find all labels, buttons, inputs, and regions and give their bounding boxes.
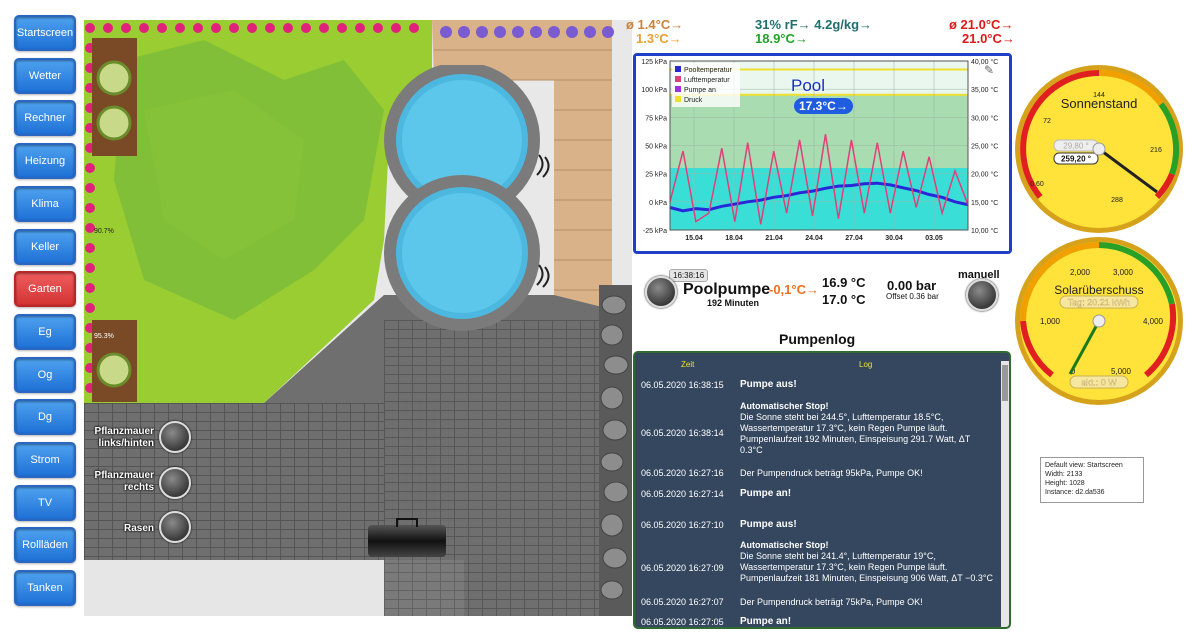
nav-dg-button[interactable]: Dg [14, 399, 76, 436]
chart-x-tick: 24.04 [805, 235, 823, 242]
chart-x-tick: 18.04 [725, 235, 743, 242]
chart-y-left-tick: 50 kPa [645, 144, 667, 151]
chart-title: Pool [791, 76, 826, 95]
chart-y-right-tick: 30,00 °C [971, 114, 998, 122]
nav-klima-button[interactable]: Klima [14, 185, 76, 222]
chart-y-left-tick: -25 kPa [643, 228, 667, 235]
chart-y-left-tick: 125 kPa [641, 59, 667, 66]
legend-swatch [675, 76, 681, 82]
pump-mode-button[interactable] [966, 279, 998, 311]
pump-pressure: 0.00 bar [887, 278, 937, 293]
legend-swatch [675, 66, 681, 72]
sidebar-nav: Startscreen Wetter Rechner Heizung Klima Kell… [8, 10, 84, 615]
chart-x-tick: 27.04 [845, 235, 863, 242]
bed-top-moisture: 90.7% [94, 228, 114, 235]
gauge-solar-current: akt.: 0 W [1081, 378, 1117, 388]
gauge-sun-tick-288: 288 [1111, 197, 1123, 204]
nav-rechner-button[interactable]: Rechner [14, 100, 76, 137]
solar-surplus-gauge: 2,000 3,000 1,000 4,000 0 5,000 Solarübe… [1015, 237, 1183, 405]
gauge-solar-tick-4000: 4,000 [1143, 317, 1164, 326]
flower-bed-top [92, 38, 137, 156]
chart-x-tick: 30.04 [885, 235, 903, 242]
sun-position-gauge: 144 72 216 0 60 288 Sonnenstand 29,80 ° … [1015, 65, 1183, 233]
chart-y-right-tick: 35,00 °C [971, 86, 998, 94]
control-label-pflanzmauer-rechts: Pflanzmauer rechts [94, 470, 154, 493]
gauge-sun-reference: 29,80 ° [1063, 142, 1088, 151]
chart-y-left-tick: 75 kPa [645, 115, 667, 122]
gauge-sun-value: 259,20 ° [1061, 155, 1091, 164]
nav-startscreen-button[interactable]: Startscreen [14, 15, 76, 51]
tank-graphic [368, 525, 446, 557]
pump-temp-out: 17.0 °C [822, 292, 866, 307]
chart-x-tick: 15.04 [685, 235, 703, 242]
chart-y-left-tick: 100 kPa [641, 87, 667, 94]
rasen-button[interactable] [159, 511, 191, 543]
chart-y-right-tick: 25,00 °C [971, 143, 998, 151]
garden-plan: 90.7% 95.3% Pflanzmauer links/hinten Pfla… [84, 20, 632, 616]
gauge-solar-tick-5000: 5,000 [1111, 367, 1132, 376]
pump-runtime: 192 Minuten [707, 298, 760, 308]
nav-strom-button[interactable]: Strom [14, 442, 76, 478]
gauge-sun-tick-72: 72 [1043, 118, 1051, 125]
chart-x-tick: 03.05 [925, 235, 943, 242]
pump-log-table[interactable]: Zeit Log 06.05.2020 16:38:15 Pumpe aus! … [633, 351, 1011, 629]
pool-chart: 125 kPa 100 kPa 75 kPa 50 kPa 25 kPa 0 kPa -25… [633, 53, 1012, 254]
gauge-solar-title: Solarüberschuss [1054, 283, 1143, 297]
pump-toggle-button[interactable] [645, 276, 677, 308]
edit-icon[interactable]: ✎ [984, 63, 994, 77]
log-scrollbar[interactable] [1001, 361, 1009, 627]
log-col-log: Log [859, 360, 873, 369]
gauge-solar-tick-2000: 2,000 [1070, 268, 1091, 277]
legend-label: Pumpe an [684, 87, 716, 94]
pump-delta: -0,1°C→ [769, 282, 819, 297]
legend-label: Lufttemperatur [684, 77, 730, 84]
pflanzmauer-rechts-button[interactable] [159, 467, 191, 499]
nav-heizung-button[interactable]: Heizung [14, 143, 76, 180]
bed-bottom-moisture: 95.3% [94, 333, 114, 340]
nav-rolll-den-button[interactable]: Rollläden [14, 527, 76, 564]
pflanzmauer-links-button[interactable] [159, 421, 191, 453]
indoor-temp: 21.0°C→ [962, 31, 1015, 46]
gauge-solar-tick-3000: 3,000 [1113, 268, 1134, 277]
view-info-box: Default view: Startscreen Width: 2133 He… [1040, 457, 1144, 503]
gauge-sun-tick-0: 0 60 [1030, 181, 1044, 188]
chart-y-right-tick: 10,00 °C [971, 227, 998, 235]
outdoor-temp: 1.3°C→ [636, 31, 682, 46]
nav-wetter-button[interactable]: Wetter [14, 57, 76, 94]
nav-tanken-button[interactable]: Tanken [14, 570, 76, 607]
pump-offset: Offset 0.36 bar [886, 292, 939, 301]
outdoor-avg-temp: ø 1.4°C→ [626, 17, 684, 32]
nav-og-button[interactable]: Og [14, 356, 76, 393]
pool-graphic [384, 65, 550, 331]
nav-keller-button[interactable]: Keller [14, 228, 76, 265]
chart-y-right-tick: 20,00 °C [971, 171, 998, 179]
dewpoint-value: 18.9°C→ [755, 31, 808, 46]
gauge-sun-tick-216: 216 [1150, 147, 1162, 154]
pump-name: Poolpumpe [683, 281, 771, 298]
gauge-solar-tick-1000: 1,000 [1040, 317, 1061, 326]
chart-y-right-tick: 15,00 °C [971, 199, 998, 207]
nav-eg-button[interactable]: Eg [14, 313, 76, 350]
chart-x-tick: 21.04 [765, 235, 783, 242]
gauge-solar-today: Tag: 20.21 kWh [1068, 298, 1131, 308]
pump-temp-in: 16.9 °C [822, 275, 866, 290]
control-label-pflanzmauer-links: Pflanzmauer links/hinten [94, 426, 154, 449]
legend-swatch [675, 96, 681, 102]
chart-y-left-tick: 25 kPa [645, 172, 667, 179]
nav-tv-button[interactable]: TV [14, 484, 76, 521]
legend-label: Pooltemperatur [684, 67, 733, 74]
legend-swatch [675, 86, 681, 92]
log-title: Pumpenlog [779, 331, 856, 347]
chart-y-left-tick: 0 kPa [649, 200, 667, 207]
tank-handle [396, 518, 418, 527]
gauge-sun-title: Sonnenstand [1061, 96, 1138, 111]
humidity-value: 31% rF→ 4.2g/kg→ [755, 17, 873, 32]
legend-label: Druck [684, 97, 703, 104]
pool-current-temp: 17.3°C→ [794, 98, 853, 114]
log-col-time: Zeit [681, 360, 695, 369]
nav-garten-button[interactable]: Garten [14, 271, 76, 308]
control-label-rasen: Rasen [123, 523, 154, 534]
indoor-avg-temp: ø 21.0°C→ [949, 17, 1014, 32]
